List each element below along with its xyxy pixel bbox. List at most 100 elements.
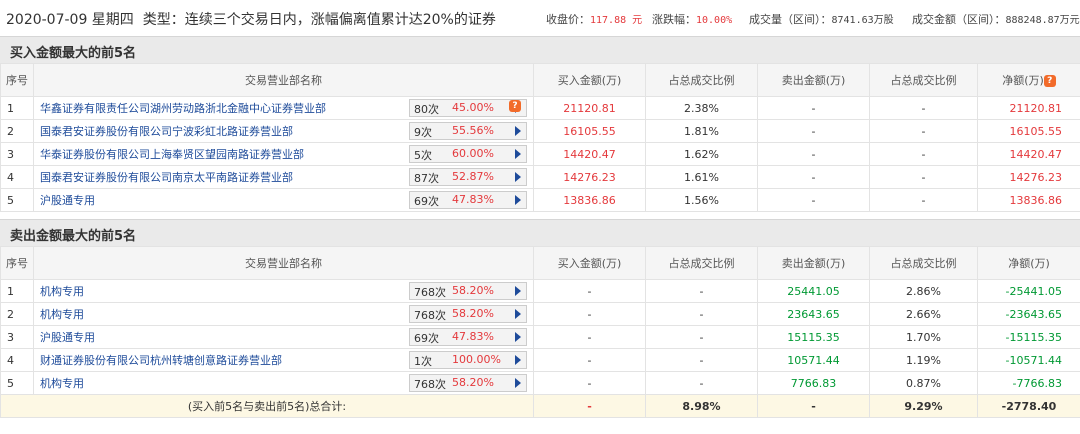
- play-arrow-icon[interactable]: [515, 286, 521, 296]
- net-amount: 14420.47: [977, 142, 1080, 166]
- col-net: 净额(万): [977, 246, 1080, 280]
- question-icon[interactable]: ?: [509, 100, 521, 112]
- col-sell-ratio: 占总成交比例: [869, 63, 978, 97]
- net-amount: 16105.55: [977, 119, 1080, 143]
- net-amount: -7766.83: [977, 371, 1080, 395]
- sell-ratio: 0.87%: [869, 371, 978, 395]
- total-sell: -: [757, 394, 870, 418]
- branch-name-link[interactable]: 国泰君安证券股份有限公司宁波彩虹北路证券营业部: [40, 125, 293, 138]
- play-arrow-icon[interactable]: [515, 172, 521, 182]
- branch-stats-badge[interactable]: 768次 58.20%: [409, 282, 527, 300]
- table-row: 1 华鑫证券有限责任公司湖州劳动路浙北金融中心证券营业部 80次 45.00%? 211…: [0, 96, 1080, 120]
- sell-amount: -: [757, 96, 870, 120]
- col-branch-name: 交易营业部名称: [33, 246, 534, 280]
- branch-name-link[interactable]: 国泰君安证券股份有限公司南京太平南路证券营业部: [40, 171, 293, 184]
- sell-amount: 23643.65: [757, 302, 870, 326]
- branch-name-link[interactable]: 华鑫证券有限责任公司湖州劳动路浙北金融中心证券营业部: [40, 102, 326, 115]
- win-rate: 58.20%: [452, 307, 494, 320]
- appear-count: 5次: [414, 149, 432, 162]
- appear-count: 9次: [414, 126, 432, 139]
- play-arrow-icon[interactable]: [515, 195, 521, 205]
- row-index: 3: [0, 142, 34, 166]
- branch-name-link[interactable]: 沪股通专用: [40, 331, 95, 344]
- sell-ratio: -: [869, 96, 978, 120]
- row-index: 4: [0, 348, 34, 372]
- col-sell-amount: 卖出金额(万): [757, 246, 870, 280]
- row-index: 4: [0, 165, 34, 189]
- buy-table-header: 序号 交易营业部名称 买入金额(万) 占总成交比例 卖出金额(万) 占总成交比例…: [0, 63, 1080, 97]
- branch-name-link[interactable]: 机构专用: [40, 377, 84, 390]
- sell-amount: -: [757, 119, 870, 143]
- branch-cell: 机构专用 768次 58.20%: [33, 302, 534, 326]
- buy-ratio: -: [645, 279, 758, 303]
- buy-ratio: 1.62%: [645, 142, 758, 166]
- buy-section-title: 买入金额最大的前5名: [10, 46, 137, 61]
- row-index: 2: [0, 302, 34, 326]
- net-amount: -15115.35: [977, 325, 1080, 349]
- buy-ratio: -: [645, 371, 758, 395]
- total-buy: -: [533, 394, 646, 418]
- branch-name-link[interactable]: 机构专用: [40, 308, 84, 321]
- table-row: 5 沪股通专用 69次 47.83% 13836.86 1.56% - -13836.86: [0, 188, 1080, 212]
- change-pct: 涨跌幅：10.00%: [652, 13, 733, 26]
- buy-amount: 13836.86: [533, 188, 646, 212]
- net-amount: -23643.65: [977, 302, 1080, 326]
- branch-name-link[interactable]: 财通证券股份有限公司杭州转塘创意路证券营业部: [40, 354, 282, 367]
- win-rate: 47.83%: [452, 330, 494, 343]
- appear-count: 768次: [414, 286, 446, 299]
- buy-table: 序号 交易营业部名称 买入金额(万) 占总成交比例 卖出金额(万) 占总成交比例…: [0, 63, 1080, 212]
- sell-ratio: 2.66%: [869, 302, 978, 326]
- branch-stats-badge[interactable]: 768次 58.20%: [409, 305, 527, 323]
- branch-cell: 财通证券股份有限公司杭州转塘创意路证券营业部 1次 100.00%: [33, 348, 534, 372]
- question-icon[interactable]: ?: [1043, 75, 1056, 87]
- sell-ratio: 2.86%: [869, 279, 978, 303]
- play-arrow-icon[interactable]: [515, 355, 521, 365]
- play-arrow-icon[interactable]: [515, 126, 521, 136]
- col-branch-name: 交易营业部名称: [33, 63, 534, 97]
- appear-count: 80次: [414, 103, 439, 116]
- buy-ratio: 1.81%: [645, 119, 758, 143]
- buy-amount: 14420.47: [533, 142, 646, 166]
- branch-stats-badge[interactable]: 9次 55.56%: [409, 122, 527, 140]
- branch-stats-badge[interactable]: 1次 100.00%: [409, 351, 527, 369]
- sell-amount: 10571.44: [757, 348, 870, 372]
- branch-stats-badge[interactable]: 69次 47.83%: [409, 191, 527, 209]
- total-net: -2778.40: [977, 394, 1080, 418]
- sell-amount: -: [757, 188, 870, 212]
- branch-name-link[interactable]: 机构专用: [40, 285, 84, 298]
- buy-amount: -: [533, 348, 646, 372]
- branch-stats-badge[interactable]: 69次 47.83%: [409, 328, 527, 346]
- play-arrow-icon[interactable]: [515, 309, 521, 319]
- branch-stats-badge[interactable]: 768次 58.20%: [409, 374, 527, 392]
- win-rate: 47.83%: [452, 193, 494, 206]
- list-type: 类型：连续三个交易日内，涨幅偏离值累计达20%的证券: [142, 12, 496, 28]
- row-index: 1: [0, 96, 34, 120]
- play-arrow-icon[interactable]: [515, 332, 521, 342]
- branch-stats-badge[interactable]: 87次 52.87%: [409, 168, 527, 186]
- branch-cell: 机构专用 768次 58.20%: [33, 279, 534, 303]
- info-bar: 2020-07-09 星期四 类型：连续三个交易日内，涨幅偏离值累计达20%的证…: [0, 0, 1080, 36]
- table-row: 1 机构专用 768次 58.20% - -25441.05 2.86% -25441.05: [0, 279, 1080, 303]
- sell-amount: 15115.35: [757, 325, 870, 349]
- row-index: 3: [0, 325, 34, 349]
- branch-stats-badge[interactable]: 5次 60.00%: [409, 145, 527, 163]
- appear-count: 87次: [414, 172, 439, 185]
- total-row: (买入前5名与卖出前5名)总合计: - 8.98% - 9.29% -2778.…: [0, 394, 1080, 418]
- table-row: 3 沪股通专用 69次 47.83% - -15115.35 1.70% -15115.35: [0, 325, 1080, 349]
- col-buy-ratio: 占总成交比例: [645, 63, 758, 97]
- sell-section-title: 卖出金额最大的前5名: [10, 229, 137, 244]
- branch-name-link[interactable]: 沪股通专用: [40, 194, 95, 207]
- sell-table-header: 序号 交易营业部名称 买入金额(万) 占总成交比例 卖出金额(万) 占总成交比例…: [0, 246, 1080, 280]
- branch-cell: 沪股通专用 69次 47.83%: [33, 188, 534, 212]
- sell-amount: 25441.05: [757, 279, 870, 303]
- branch-name-link[interactable]: 华泰证券股份有限公司上海奉贤区望园南路证券营业部: [40, 148, 304, 161]
- sell-amount: 7766.83: [757, 371, 870, 395]
- buy-section-header: 买入金额最大的前5名: [0, 36, 1080, 64]
- play-arrow-icon[interactable]: [515, 378, 521, 388]
- row-index: 1: [0, 279, 34, 303]
- col-buy-ratio: 占总成交比例: [645, 246, 758, 280]
- branch-cell: 华泰证券股份有限公司上海奉贤区望园南路证券营业部 5次 60.00%: [33, 142, 534, 166]
- branch-cell: 国泰君安证券股份有限公司宁波彩虹北路证券营业部 9次 55.56%: [33, 119, 534, 143]
- amount: 成交金额（区间）：888248.87万元: [912, 13, 1080, 26]
- play-arrow-icon[interactable]: [515, 149, 521, 159]
